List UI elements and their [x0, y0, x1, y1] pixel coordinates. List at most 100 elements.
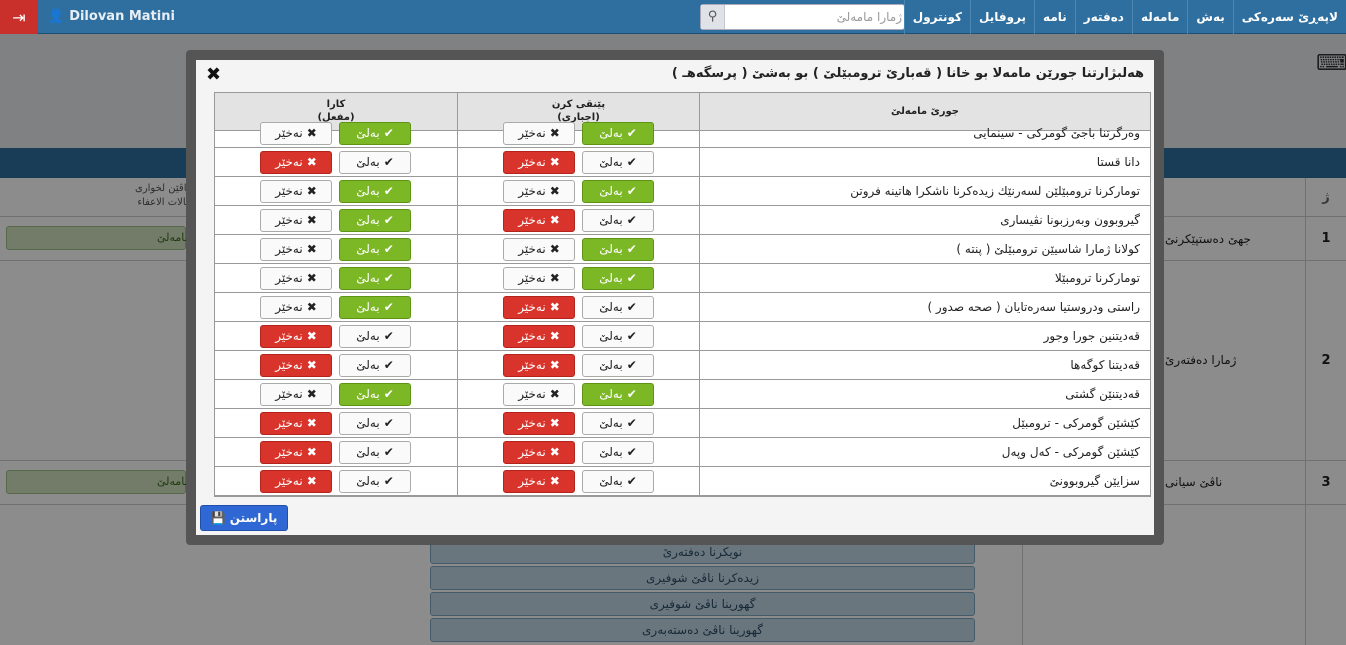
active-toggle-cell: ✔بەلێ ✖نەخێر — [215, 293, 458, 321]
active-no-button[interactable]: ✖نەخێر — [260, 354, 332, 377]
required-no-button[interactable]: ✖نەخێر — [503, 441, 575, 464]
close-icon[interactable]: ✖ — [206, 64, 221, 85]
required-yes-button[interactable]: ✔بەلێ — [582, 267, 654, 290]
required-yes-button[interactable]: ✔بەلێ — [582, 151, 654, 174]
active-toggle-cell: ✔بەلێ ✖نەخێر — [215, 264, 458, 292]
required-yes-button[interactable]: ✔بەلێ — [582, 209, 654, 232]
yes-label: بەلێ — [356, 271, 380, 285]
nav-transaction[interactable]: مامەلە — [1131, 0, 1187, 34]
nav-letter[interactable]: نامە — [1034, 0, 1075, 34]
required-no-button[interactable]: ✖نەخێر — [503, 296, 575, 319]
active-yes-button[interactable]: ✔بەلێ — [339, 267, 411, 290]
floppy-icon: 💾 — [210, 511, 226, 525]
required-yes-button[interactable]: ✔بەلێ — [582, 238, 654, 261]
required-no-button[interactable]: ✖نەخێر — [503, 470, 575, 493]
modal-title: هەلبژارتنا جورێن مامەلا بو خانا ( قەبارێ… — [671, 66, 1144, 81]
required-no-button[interactable]: ✖نەخێر — [503, 238, 575, 261]
active-toggle-cell: ✔بەلێ ✖نەخێر — [215, 148, 458, 176]
active-toggle-cell: ✔بەلێ ✖نەخێر — [215, 177, 458, 205]
required-yes-button[interactable]: ✔بەلێ — [582, 441, 654, 464]
required-no-button[interactable]: ✖نەخێر — [503, 151, 575, 174]
active-no-button[interactable]: ✖نەخێر — [260, 470, 332, 493]
no-label: نەخێر — [275, 445, 303, 459]
search-icon[interactable]: ⚲ — [701, 5, 725, 29]
required-yes-button[interactable]: ✔بەلێ — [582, 180, 654, 203]
transaction-type-name: تومارکرنا ترومبێلا — [1054, 271, 1140, 285]
yes-label: بەلێ — [356, 387, 380, 401]
active-no-button[interactable]: ✖نەخێر — [260, 180, 332, 203]
yes-label: بەلێ — [599, 358, 623, 372]
x-icon: ✖ — [549, 126, 560, 140]
logout-button[interactable]: ⇥ — [0, 0, 38, 34]
active-no-button[interactable]: ✖نەخێر — [260, 441, 332, 464]
active-yes-button[interactable]: ✔بەلێ — [339, 412, 411, 435]
required-yes-button[interactable]: ✔بەلێ — [582, 122, 654, 145]
active-yes-button[interactable]: ✔بەلێ — [339, 354, 411, 377]
check-icon: ✔ — [383, 126, 394, 140]
check-icon: ✔ — [383, 329, 394, 343]
active-no-button[interactable]: ✖نەخێر — [260, 238, 332, 261]
required-yes-button[interactable]: ✔بەلێ — [582, 296, 654, 319]
yes-label: بەلێ — [599, 213, 623, 227]
yes-label: بەلێ — [599, 242, 623, 256]
active-no-button[interactable]: ✖نەخێر — [260, 209, 332, 232]
required-yes-button[interactable]: ✔بەلێ — [582, 470, 654, 493]
check-icon: ✔ — [383, 300, 394, 314]
table-row: کێشێن گومرکی - کەل وپەل ✔بەلێ ✖نەخێر ✔بەلێ ✖… — [215, 438, 1150, 467]
required-no-button[interactable]: ✖نەخێر — [503, 325, 575, 348]
yes-label: بەلێ — [356, 300, 380, 314]
active-no-button[interactable]: ✖نەخێر — [260, 267, 332, 290]
active-yes-button[interactable]: ✔بەلێ — [339, 325, 411, 348]
active-no-button[interactable]: ✖نەخێر — [260, 412, 332, 435]
required-no-button[interactable]: ✖نەخێر — [503, 122, 575, 145]
nav-department[interactable]: بەش — [1187, 0, 1232, 34]
no-label: نەخێر — [518, 416, 546, 430]
transaction-type-name: دانا قستا — [1096, 155, 1140, 169]
nav-control[interactable]: کونترول — [903, 0, 970, 34]
required-yes-button[interactable]: ✔بەلێ — [582, 412, 654, 435]
active-yes-button[interactable]: ✔بەلێ — [339, 209, 411, 232]
active-no-button[interactable]: ✖نەخێر — [260, 151, 332, 174]
required-yes-button[interactable]: ✔بەلێ — [582, 325, 654, 348]
required-yes-button[interactable]: ✔بەلێ — [582, 383, 654, 406]
search-input[interactable] — [727, 6, 902, 28]
modal-body: هەلبژارتنا جورێن مامەلا بو خانا ( قەبارێ… — [196, 60, 1154, 535]
required-no-button[interactable]: ✖نەخێر — [503, 180, 575, 203]
active-yes-button[interactable]: ✔بەلێ — [339, 238, 411, 261]
required-no-button[interactable]: ✖نەخێر — [503, 412, 575, 435]
table-row: کولانا ژمارا شاسیێن ترومبێلێ ( پنته ) ✔بە… — [215, 235, 1150, 264]
no-label: نەخێر — [518, 184, 546, 198]
required-no-button[interactable]: ✖نەخێر — [503, 354, 575, 377]
active-no-button[interactable]: ✖نەخێر — [260, 296, 332, 319]
active-yes-button[interactable]: ✔بەلێ — [339, 441, 411, 464]
active-no-button[interactable]: ✖نەخێر — [260, 383, 332, 406]
no-label: نەخێر — [518, 213, 546, 227]
save-button[interactable]: پاراستن 💾 — [200, 505, 288, 531]
nav-register[interactable]: دەفتەر — [1074, 0, 1132, 34]
no-label: نەخێر — [275, 387, 303, 401]
check-icon: ✔ — [383, 242, 394, 256]
active-no-button[interactable]: ✖نەخێر — [260, 122, 332, 145]
active-yes-button[interactable]: ✔بەلێ — [339, 470, 411, 493]
required-no-button[interactable]: ✖نەخێر — [503, 209, 575, 232]
active-toggle-cell: ✔بەلێ ✖نەخێر — [215, 206, 458, 234]
required-no-button[interactable]: ✖نەخێر — [503, 267, 575, 290]
active-yes-button[interactable]: ✔بەلێ — [339, 151, 411, 174]
required-toggle-cell: ✔بەلێ ✖نەخێر — [458, 148, 700, 176]
active-yes-button[interactable]: ✔بەلێ — [339, 383, 411, 406]
transaction-type-name: راستی ودروستیا سەرەتایان ( صحه صدور ) — [927, 300, 1140, 314]
x-icon: ✖ — [549, 242, 560, 256]
user-menu[interactable]: 👤 Dilovan Matini — [48, 0, 175, 34]
active-no-button[interactable]: ✖نەخێر — [260, 325, 332, 348]
active-yes-button[interactable]: ✔بەلێ — [339, 296, 411, 319]
nav-home[interactable]: لاپەڕێ سەرەکی — [1232, 0, 1346, 34]
check-icon: ✔ — [626, 184, 637, 198]
active-yes-button[interactable]: ✔بەلێ — [339, 180, 411, 203]
transaction-type-name: گیروبوون وبەرزبونا نڤیساری — [1000, 213, 1140, 227]
nav-profile[interactable]: پروفایل — [970, 0, 1034, 34]
required-no-button[interactable]: ✖نەخێر — [503, 383, 575, 406]
active-yes-button[interactable]: ✔بەلێ — [339, 122, 411, 145]
x-icon: ✖ — [549, 416, 560, 430]
x-icon: ✖ — [306, 445, 317, 459]
required-yes-button[interactable]: ✔بەلێ — [582, 354, 654, 377]
